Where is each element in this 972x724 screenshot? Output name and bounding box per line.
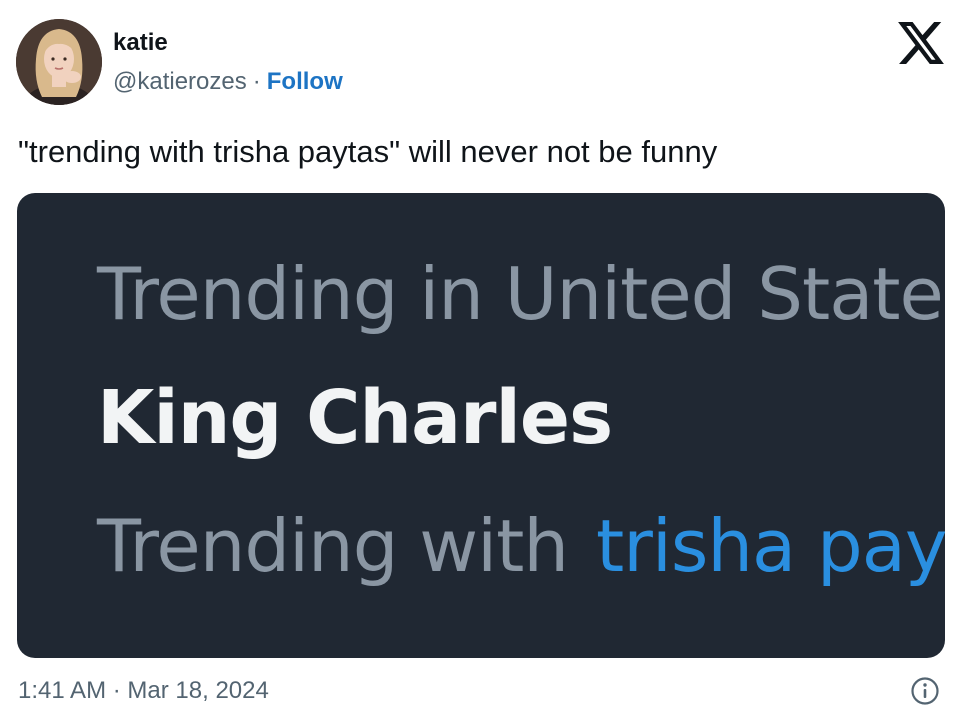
timestamp-separator: · <box>112 677 121 704</box>
avatar-image <box>16 19 102 105</box>
info-icon[interactable] <box>910 676 940 706</box>
tweet-card: katie @katierozes · Follow "trending with … <box>0 0 972 724</box>
tweet-timestamp[interactable]: 1:41 AM · Mar 18, 2024 <box>18 676 269 706</box>
tweet-date: Mar 18, 2024 <box>127 677 269 704</box>
x-logo-icon[interactable] <box>898 22 944 64</box>
follow-button[interactable]: Follow <box>267 68 343 95</box>
tweet-time: 1:41 AM <box>18 677 107 704</box>
media-trending-with-prefix: Trending with <box>97 504 569 588</box>
author-handle[interactable]: @katierozes <box>113 68 247 95</box>
author-handle-row: @katierozes · Follow <box>113 67 343 97</box>
avatar[interactable] <box>16 19 102 105</box>
media-trending-with: Trending with trisha pay <box>97 501 945 591</box>
handle-separator: · <box>252 68 261 95</box>
media-trending-with-link: trisha pay <box>596 504 945 588</box>
tweet-text: "trending with trisha paytas" will never… <box>18 134 718 169</box>
media-trending-location: Trending in United State <box>97 252 944 336</box>
media-trend-title: King Charles <box>97 375 613 461</box>
tweet-media-image[interactable]: Trending in United State King Charles Tr… <box>17 193 945 658</box>
author-name[interactable]: katie <box>113 28 168 58</box>
